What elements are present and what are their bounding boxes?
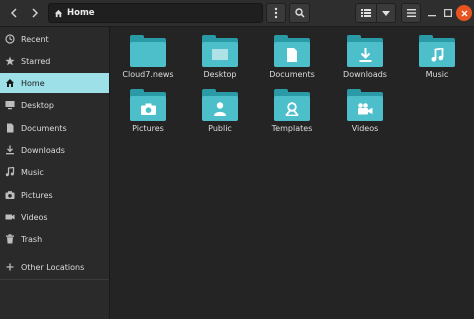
trash-icon — [5, 234, 15, 244]
sidebar-item-documents[interactable]: Documents — [0, 118, 109, 138]
camera-folder-icon — [130, 89, 166, 121]
sidebar-item-label: Desktop — [21, 100, 54, 110]
main-menu-button[interactable] — [401, 3, 421, 23]
home-icon — [54, 9, 63, 17]
download-icon — [5, 145, 15, 155]
sidebar-item-label: Music — [21, 167, 44, 177]
sidebar-item-label: Videos — [21, 212, 48, 222]
sidebar-item-home[interactable]: Home — [0, 73, 109, 93]
file-item-templates[interactable]: Templates — [256, 89, 328, 133]
music-icon — [5, 167, 15, 177]
file-item-cloud7-news[interactable]: Cloud7.news — [112, 35, 184, 79]
search-icon — [294, 8, 305, 18]
sidebar-item-downloads[interactable]: Downloads — [0, 140, 109, 160]
sidebar-item-other-locations[interactable]: Other Locations — [0, 257, 109, 277]
sidebar-item-music[interactable]: Music — [0, 162, 109, 182]
file-name: Music — [425, 70, 449, 79]
desktop-icon — [5, 100, 15, 110]
file-grid: Cloud7.news Desktop Documents Downloads … — [110, 27, 474, 319]
file-name: Cloud7.news — [122, 70, 174, 79]
sidebar-item-trash[interactable]: Trash — [0, 229, 109, 249]
list-view-icon — [361, 9, 371, 17]
close-icon — [461, 10, 467, 16]
maximize-button[interactable] — [440, 5, 456, 21]
minimize-icon — [428, 15, 436, 17]
sidebar-item-label: Documents — [21, 123, 67, 133]
video-folder-icon — [347, 89, 383, 121]
file-item-music[interactable]: Music — [401, 35, 473, 79]
sidebar-item-label: Starred — [21, 56, 51, 66]
header-bar: Home — [0, 0, 474, 27]
breadcrumb-label: Home — [67, 8, 95, 18]
sidebar-item-label: Home — [21, 78, 45, 88]
file-name: Documents — [269, 70, 315, 79]
forward-button[interactable] — [26, 4, 44, 22]
video-icon — [5, 212, 15, 222]
sidebar-item-recent[interactable]: Recent — [0, 29, 109, 49]
chevron-right-icon — [32, 8, 39, 18]
home-icon — [5, 78, 15, 88]
sidebar: Recent Starred Home Desktop Documents Do… — [0, 27, 110, 319]
file-item-videos[interactable]: Videos — [329, 89, 401, 133]
back-button[interactable] — [5, 4, 23, 22]
star-icon — [5, 56, 15, 66]
file-item-documents[interactable]: Documents — [256, 35, 328, 79]
sidebar-item-label: Trash — [21, 234, 43, 244]
file-name: Templates — [271, 124, 313, 133]
download-folder-icon — [347, 35, 383, 67]
file-name: Pictures — [132, 124, 164, 133]
minimize-button[interactable] — [424, 5, 440, 21]
sidebar-separator — [0, 279, 109, 280]
desktop-folder-icon — [202, 35, 238, 67]
view-toggle-button[interactable] — [355, 3, 377, 23]
file-name: Public — [208, 124, 232, 133]
chevron-left-icon — [10, 8, 17, 18]
hamburger-menu-icon — [406, 9, 416, 17]
document-icon — [5, 123, 15, 133]
sidebar-item-label: Downloads — [21, 145, 65, 155]
file-item-desktop[interactable]: Desktop — [184, 35, 256, 79]
clock-icon — [5, 34, 15, 44]
sidebar-item-label: Other Locations — [21, 262, 85, 272]
sidebar-item-starred[interactable]: Starred — [0, 51, 109, 71]
path-bar[interactable]: Home — [48, 3, 263, 23]
plus-icon — [5, 262, 15, 272]
file-name: Videos — [351, 124, 379, 133]
file-name: Desktop — [203, 70, 237, 79]
person-folder-icon — [202, 89, 238, 121]
close-button[interactable] — [456, 5, 472, 21]
breadcrumb-home[interactable]: Home — [54, 8, 95, 18]
sidebar-item-pictures[interactable]: Pictures — [0, 185, 109, 205]
maximize-icon — [444, 9, 452, 17]
file-name: Downloads — [343, 70, 387, 79]
sidebar-item-videos[interactable]: Videos — [0, 207, 109, 227]
document-folder-icon — [274, 35, 310, 67]
music-folder-icon — [419, 35, 455, 67]
search-button[interactable] — [289, 3, 310, 23]
kebab-menu-icon — [274, 7, 278, 19]
sidebar-item-label: Pictures — [21, 190, 53, 200]
file-item-pictures[interactable]: Pictures — [112, 89, 184, 133]
plain-folder-icon — [130, 35, 166, 67]
path-menu-button[interactable] — [266, 3, 286, 23]
sidebar-item-desktop[interactable]: Desktop — [0, 95, 109, 115]
view-options-button[interactable] — [376, 3, 396, 23]
template-folder-icon — [274, 89, 310, 121]
chevron-down-icon — [382, 10, 390, 16]
camera-icon — [5, 190, 15, 200]
file-item-public[interactable]: Public — [184, 89, 256, 133]
sidebar-item-label: Recent — [21, 34, 49, 44]
file-item-downloads[interactable]: Downloads — [329, 35, 401, 79]
